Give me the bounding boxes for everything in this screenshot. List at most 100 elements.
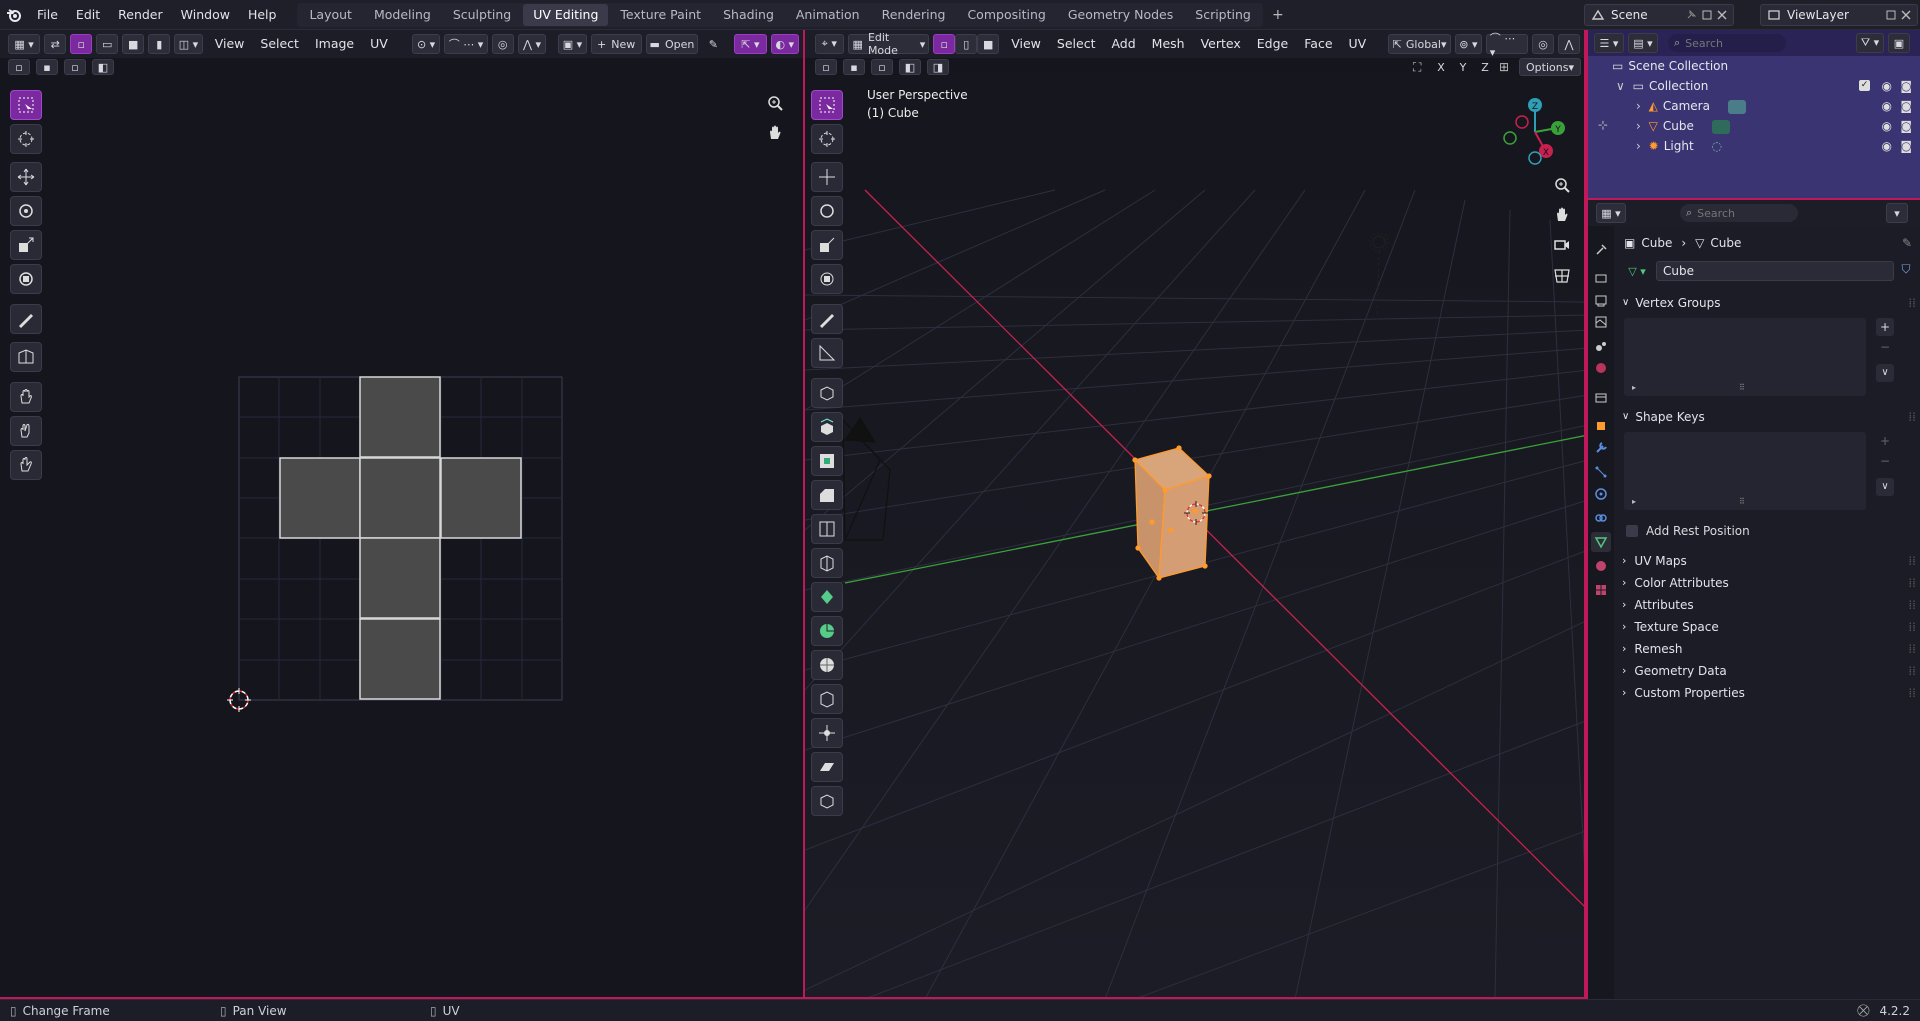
- remesh-panel-header[interactable]: › Remesh ⁞⁞: [1616, 638, 1916, 660]
- vertex-group-menu-button[interactable]: ∨: [1876, 364, 1894, 382]
- rotate-tool[interactable]: [811, 196, 843, 226]
- cursor-tool[interactable]: [811, 124, 843, 154]
- drag-handle-icon[interactable]: ⁞⁞: [1908, 638, 1916, 660]
- inset-tool[interactable]: [811, 446, 843, 476]
- camera-data-icon[interactable]: [1727, 99, 1746, 114]
- menu-file[interactable]: File: [28, 0, 67, 30]
- bevel-tool[interactable]: [811, 480, 843, 510]
- edge-slide-tool[interactable]: [811, 684, 843, 714]
- outliner-item-camera[interactable]: › ◭ Camera ◉ ◙: [1588, 96, 1920, 116]
- view-layer-tab[interactable]: [1591, 312, 1611, 332]
- auto-merge-icon[interactable]: ⊞: [1499, 60, 1517, 74]
- drag-handle-icon[interactable]: ⁞⁞: [1908, 660, 1916, 682]
- vp-menu-edge[interactable]: Edge: [1249, 30, 1296, 58]
- drag-handle-icon[interactable]: ⁞⁞: [1908, 550, 1916, 572]
- mesh-browse-icon[interactable]: ▽ ▾: [1622, 262, 1652, 280]
- move-tool[interactable]: [811, 162, 843, 192]
- vp-menu-uv[interactable]: UV: [1341, 30, 1375, 58]
- drag-handle-icon[interactable]: ⁞⁞: [1908, 572, 1916, 594]
- resize-handle-icon[interactable]: ⠿: [1739, 497, 1745, 506]
- vertex-groups-panel-header[interactable]: ∨ Vertex Groups ⁞⁞: [1616, 292, 1916, 314]
- modifiers-tab[interactable]: [1591, 438, 1611, 458]
- tab-modeling[interactable]: Modeling: [364, 4, 441, 26]
- remove-shape-key-button[interactable]: −: [1876, 454, 1894, 468]
- shape-key-menu-button[interactable]: ∨: [1876, 478, 1894, 496]
- light-data-icon[interactable]: ◌: [1711, 139, 1721, 153]
- menu-window[interactable]: Window: [172, 0, 239, 30]
- render-camera-icon[interactable]: ◙: [1900, 96, 1912, 116]
- new-scene-icon[interactable]: [1701, 9, 1713, 21]
- chevron-right-icon[interactable]: ›: [1636, 99, 1641, 113]
- tab-rendering[interactable]: Rendering: [872, 4, 956, 26]
- mirror-x-toggle[interactable]: X: [1433, 59, 1449, 75]
- pin-icon[interactable]: [1685, 9, 1697, 21]
- add-vertex-group-button[interactable]: +: [1876, 318, 1894, 336]
- tab-texture-paint[interactable]: Texture Paint: [610, 4, 711, 26]
- mirror-z-toggle[interactable]: Z: [1477, 59, 1493, 75]
- add-workspace-button[interactable]: +: [1269, 6, 1287, 24]
- visibility-eye-icon[interactable]: ◉: [1882, 116, 1892, 136]
- mesh-data-icon[interactable]: [1711, 119, 1730, 134]
- zoom-icon[interactable]: [1553, 176, 1571, 194]
- menu-render[interactable]: Render: [109, 0, 172, 30]
- render-camera-icon[interactable]: ◙: [1900, 116, 1912, 136]
- visibility-eye-icon[interactable]: ◉: [1882, 96, 1892, 116]
- color-attributes-panel-header[interactable]: › Color Attributes ⁞⁞: [1616, 572, 1916, 594]
- particles-tab[interactable]: [1591, 462, 1611, 482]
- snap-icon[interactable]: ⌒ ⋯ ▾: [1485, 32, 1528, 59]
- menu-edit[interactable]: Edit: [67, 0, 109, 30]
- expand-arrow-icon[interactable]: ▸: [1632, 383, 1636, 392]
- vp-menu-face[interactable]: Face: [1296, 30, 1340, 58]
- face-mode-icon[interactable]: ■: [977, 34, 1000, 54]
- scene-collection-row[interactable]: ▭ Scene Collection: [1588, 56, 1920, 76]
- tab-layout[interactable]: Layout: [299, 4, 362, 26]
- filter-icon[interactable]: ⛛ ▾: [1856, 33, 1884, 53]
- collection-tab[interactable]: [1591, 388, 1611, 408]
- chevron-right-icon[interactable]: ›: [1636, 119, 1641, 133]
- drag-handle-icon[interactable]: ⁞⁞: [1908, 406, 1916, 428]
- menu-help[interactable]: Help: [239, 0, 286, 30]
- tab-shading[interactable]: Shading: [713, 4, 784, 26]
- vp-menu-add[interactable]: Add: [1103, 30, 1143, 58]
- remove-vertex-group-button[interactable]: −: [1876, 340, 1894, 354]
- tab-uv-editing[interactable]: UV Editing: [523, 3, 609, 26]
- vp-select-invert-icon[interactable]: ◧: [899, 59, 921, 75]
- tab-animation[interactable]: Animation: [786, 4, 870, 26]
- drag-handle-icon[interactable]: ⁞⁞: [1908, 616, 1916, 638]
- physics-tab[interactable]: [1591, 484, 1611, 504]
- drag-handle-icon[interactable]: ⁞⁞: [1908, 682, 1916, 704]
- drag-handle-icon[interactable]: ⁞⁞: [1908, 292, 1916, 314]
- display-mode-icon[interactable]: ▤ ▾: [1628, 33, 1658, 53]
- shrink-fatten-tool[interactable]: [811, 718, 843, 748]
- scale-tool[interactable]: [811, 230, 843, 260]
- exclude-checkbox[interactable]: ✓: [1859, 80, 1870, 91]
- attributes-panel-header[interactable]: › Attributes ⁞⁞: [1616, 594, 1916, 616]
- shape-keys-list[interactable]: ▸ ⠿: [1624, 432, 1866, 510]
- mode-select[interactable]: ▦ Edit Mode ▾: [847, 31, 930, 57]
- visibility-eye-icon[interactable]: ◉: [1882, 76, 1892, 96]
- vp-select-new-icon[interactable]: ▫: [815, 59, 837, 75]
- uv-canvas[interactable]: [0, 30, 803, 999]
- world-tab[interactable]: [1591, 358, 1611, 378]
- custom-properties-panel-header[interactable]: › Custom Properties ⁞⁞: [1616, 682, 1916, 704]
- delete-view-layer-icon[interactable]: [1901, 10, 1911, 20]
- resize-handle-icon[interactable]: ⠿: [1739, 383, 1745, 392]
- fake-user-icon[interactable]: ⛉: [1896, 262, 1916, 280]
- outliner-item-cube[interactable]: › ▽ Cube ◉ ◙: [1588, 116, 1920, 136]
- constraints-tab[interactable]: [1591, 508, 1611, 528]
- outliner-editor-type[interactable]: ☰ ▾: [1594, 33, 1624, 53]
- view-layer-selector[interactable]: ViewLayer: [1760, 4, 1918, 26]
- texture-space-panel-header[interactable]: › Texture Space ⁞⁞: [1616, 616, 1916, 638]
- tab-geometry-nodes[interactable]: Geometry Nodes: [1058, 4, 1183, 26]
- perspective-toggle-icon[interactable]: [1553, 266, 1571, 284]
- extrude-tool[interactable]: [811, 412, 843, 442]
- outliner-search-input[interactable]: [1685, 36, 1774, 50]
- add-shape-key-button[interactable]: +: [1876, 432, 1894, 450]
- rip-region-tool[interactable]: [811, 786, 843, 816]
- output-tab[interactable]: [1591, 290, 1611, 310]
- render-tab[interactable]: [1591, 268, 1611, 288]
- mirror-icon[interactable]: ⛶: [1413, 60, 1431, 75]
- mesh-name-field[interactable]: Cube: [1656, 261, 1894, 281]
- geometry-data-panel-header[interactable]: › Geometry Data ⁞⁞: [1616, 660, 1916, 682]
- scene-selector[interactable]: Scene: [1584, 4, 1734, 26]
